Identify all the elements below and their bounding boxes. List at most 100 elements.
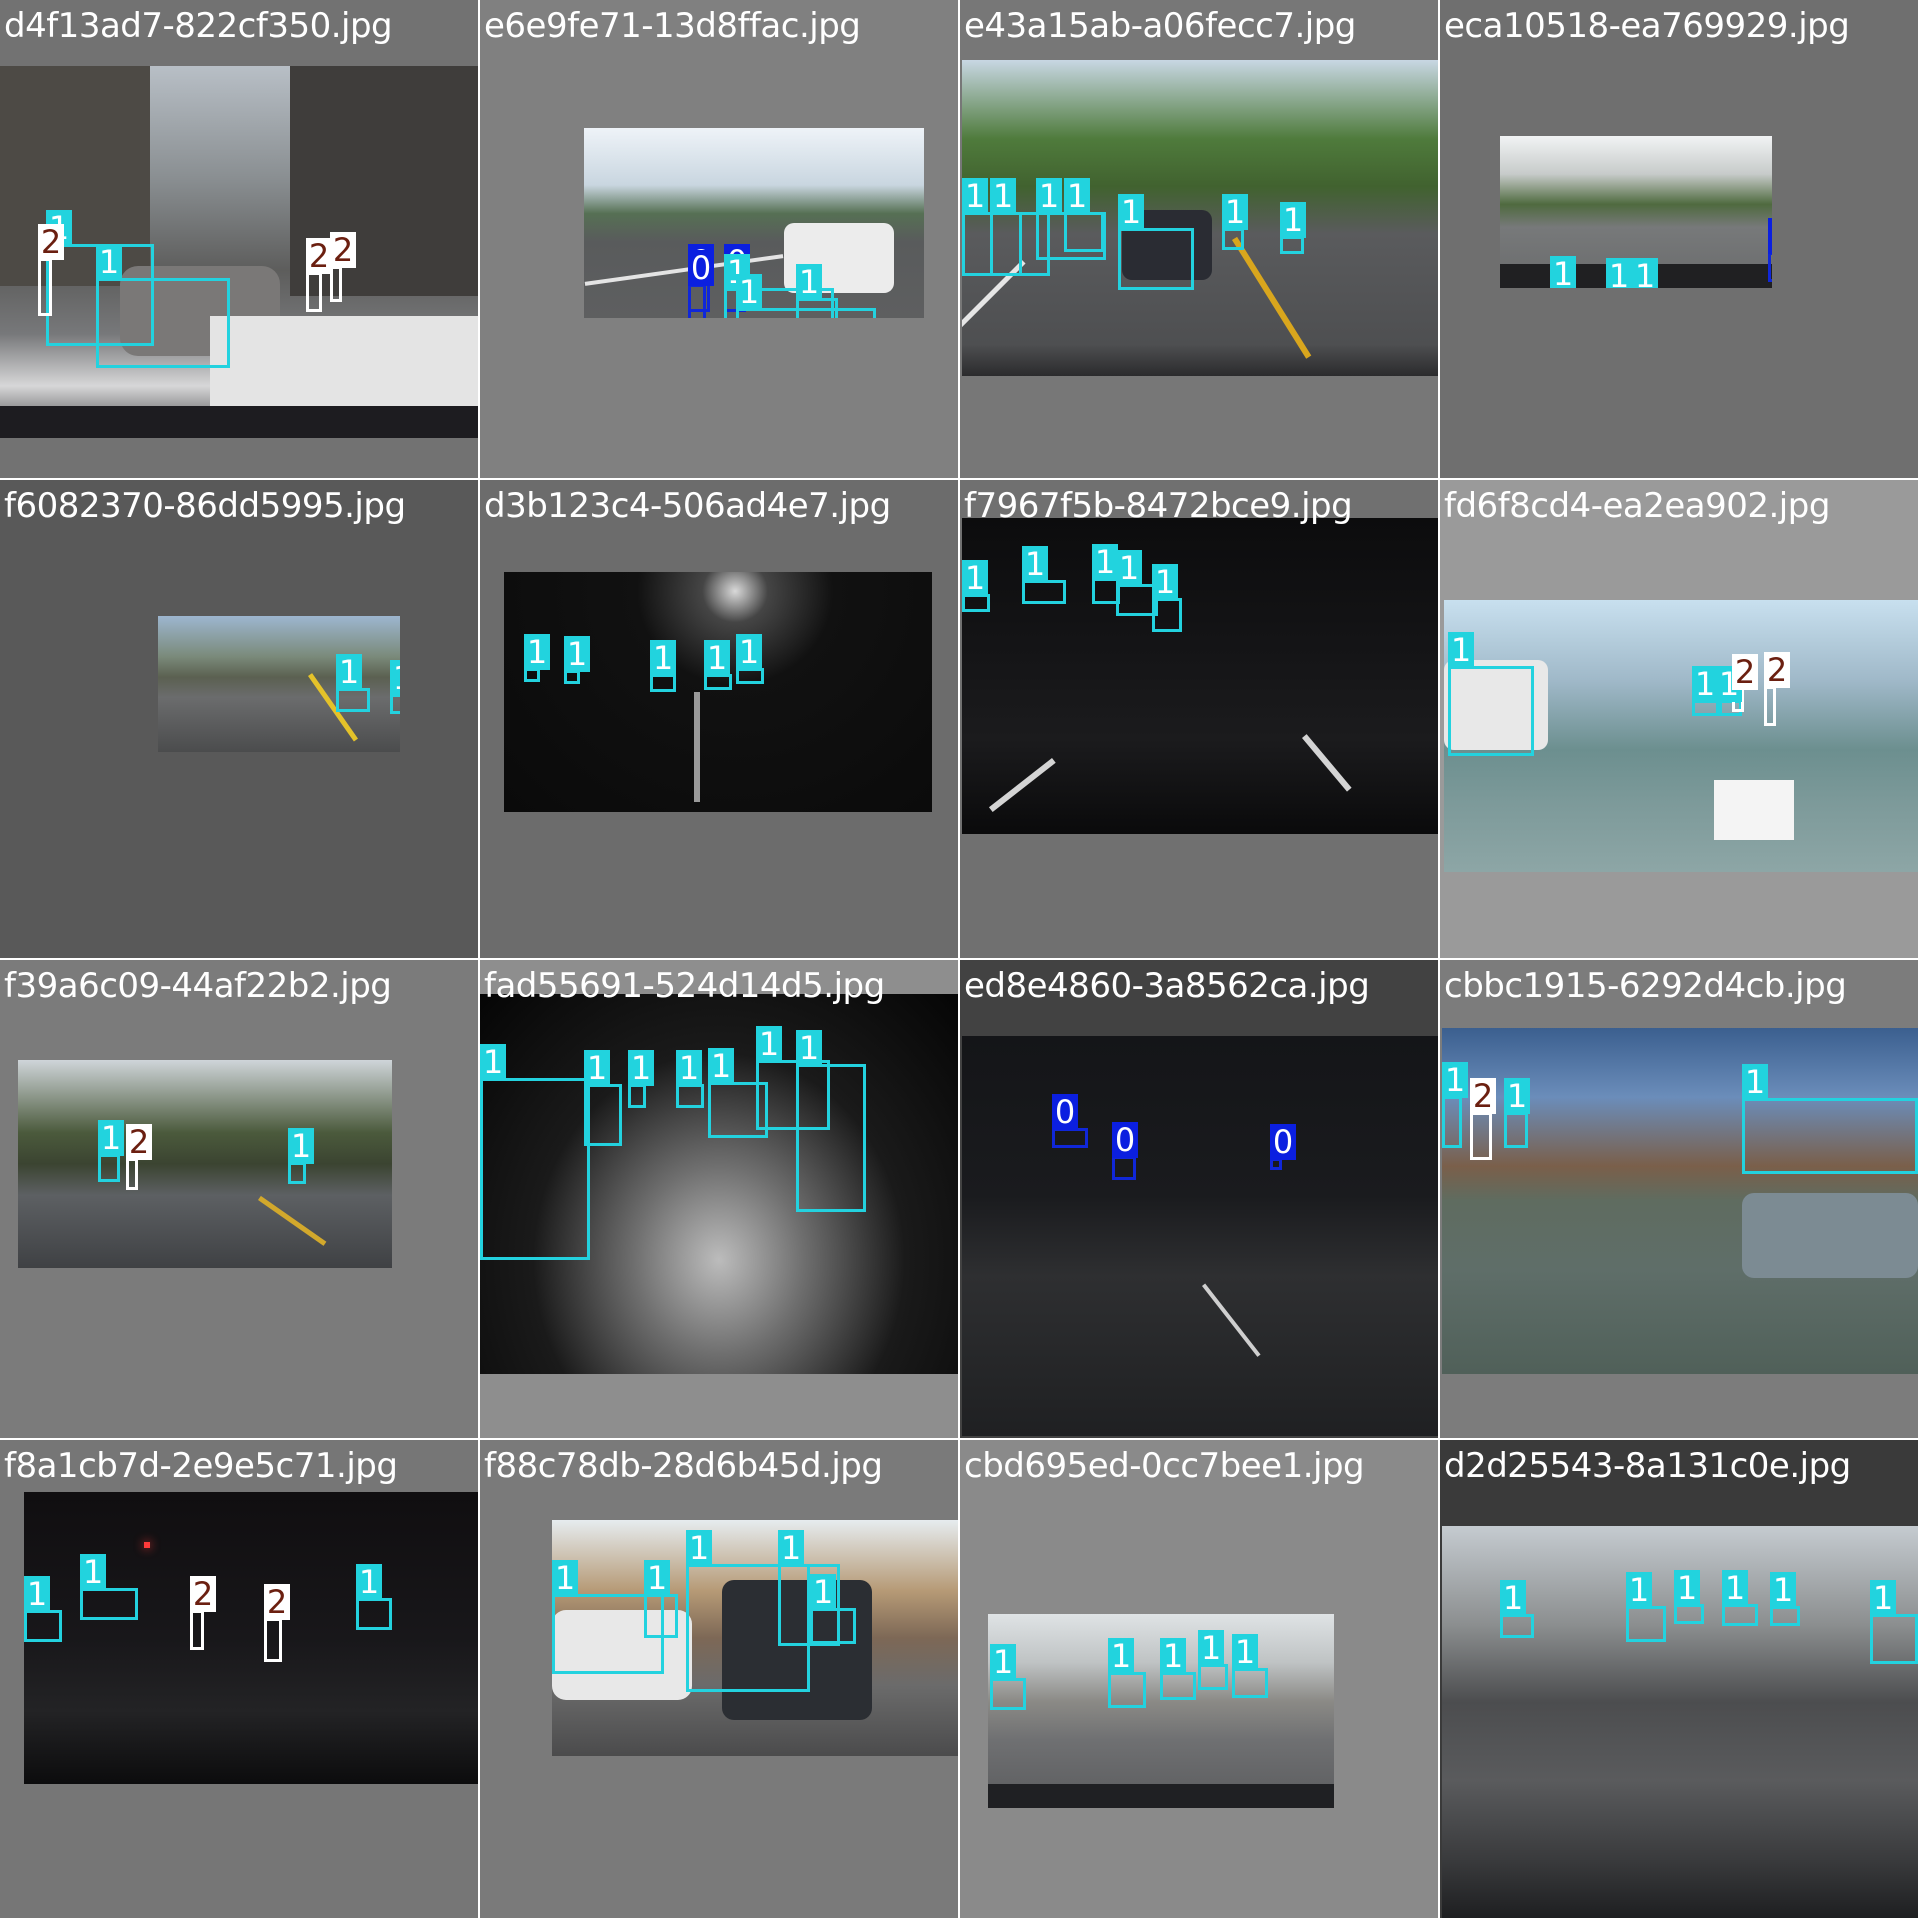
- tile-filename: eca10518-ea769929.jpg: [1444, 6, 1850, 46]
- class-label: 1: [1108, 1638, 1134, 1674]
- class-label: 1: [1222, 194, 1248, 230]
- street-photo: 000: [962, 1036, 1438, 1436]
- tile-filename: f6082370-86dd5995.jpg: [4, 486, 406, 526]
- tile-filename: fad55691-524d14d5.jpg: [484, 966, 885, 1006]
- class-label: 0: [1768, 218, 1772, 254]
- detection-box: [1152, 598, 1182, 632]
- class-label: 1: [1036, 178, 1062, 214]
- class-label: 1: [356, 1564, 382, 1600]
- detection-box: [1470, 1112, 1492, 1160]
- class-label: 1: [676, 1050, 702, 1086]
- tile-filename: ed8e4860-3a8562ca.jpg: [964, 966, 1370, 1006]
- detection-box: [810, 1608, 856, 1644]
- image-tile[interactable]: d2d25543-8a131c0e.jpg 111111: [1440, 1440, 1918, 1918]
- class-label: 1: [1232, 1634, 1258, 1670]
- class-label: 1: [1064, 178, 1090, 214]
- tile-filename: d4f13ad7-822cf350.jpg: [4, 6, 393, 46]
- class-label: 1: [1742, 1064, 1768, 1100]
- image-tile[interactable]: e6e9fe71-13d8ffac.jpg 000111: [480, 0, 958, 478]
- detection-box: [190, 1610, 204, 1650]
- class-label: 0: [1052, 1094, 1078, 1130]
- detection-box: [1722, 1604, 1758, 1626]
- class-label: 1: [990, 178, 1016, 214]
- image-tile[interactable]: f88c78db-28d6b45d.jpg 11111: [480, 1440, 958, 1918]
- image-tile[interactable]: ed8e4860-3a8562ca.jpg 000: [960, 960, 1438, 1438]
- class-label: 1: [24, 1576, 50, 1612]
- detection-box: [1674, 1604, 1704, 1624]
- class-label: 1: [80, 1554, 106, 1590]
- image-tile[interactable]: fd6f8cd4-ea2ea902.jpg 11122: [1440, 480, 1918, 958]
- class-label: 1: [796, 264, 822, 300]
- class-label: 2: [264, 1584, 290, 1620]
- street-photo: 111111: [1442, 1526, 1918, 1918]
- class-label: 1: [962, 560, 988, 596]
- class-label: 1: [96, 244, 122, 280]
- image-tile[interactable]: eca10518-ea769929.jpg 1110: [1440, 0, 1918, 478]
- detection-box: [1052, 1128, 1088, 1148]
- image-tile[interactable]: f7967f5b-8472bce9.jpg 11111: [960, 480, 1438, 958]
- class-label: 1: [1022, 546, 1048, 582]
- detection-box: [1870, 1614, 1918, 1664]
- class-label: 1: [796, 1030, 822, 1066]
- detection-box: [644, 1594, 678, 1638]
- tile-filename: e43a15ab-a06fecc7.jpg: [964, 6, 1356, 46]
- image-tile[interactable]: f39a6c09-44af22b2.jpg 121: [0, 960, 478, 1438]
- street-photo: 1110: [1500, 136, 1772, 288]
- class-label: 1: [644, 1560, 670, 1596]
- detection-box: [356, 1598, 392, 1630]
- class-label: 1: [810, 1574, 836, 1610]
- class-label: 1: [1550, 256, 1576, 288]
- class-label: 1: [1448, 632, 1474, 668]
- detection-box: [990, 1678, 1026, 1710]
- class-label: 2: [38, 224, 64, 260]
- detection-box: [98, 1154, 120, 1182]
- class-label: 1: [336, 654, 362, 690]
- class-label: 1: [1152, 564, 1178, 600]
- detection-box: [688, 284, 706, 318]
- class-label: 1: [962, 178, 988, 214]
- tile-filename: cbd695ed-0cc7bee1.jpg: [964, 1446, 1365, 1486]
- class-label: 1: [1606, 258, 1632, 288]
- detection-box: [1500, 1614, 1534, 1638]
- class-label: 1: [390, 660, 400, 696]
- class-label: 1: [288, 1128, 314, 1164]
- image-tile[interactable]: d3b123c4-506ad4e7.jpg 11111: [480, 480, 958, 958]
- class-label: 0: [1270, 1124, 1296, 1160]
- detection-box: [676, 1084, 704, 1108]
- detection-box: [1108, 1672, 1146, 1708]
- image-tile[interactable]: fad55691-524d14d5.jpg 1111111: [480, 960, 958, 1438]
- class-label: 1: [1626, 1572, 1652, 1608]
- image-tile[interactable]: f8a1cb7d-2e9e5c71.jpg 11221: [0, 1440, 478, 1918]
- class-label: 1: [1500, 1580, 1526, 1616]
- class-label: 1: [1118, 194, 1144, 230]
- class-label: 2: [1470, 1078, 1496, 1114]
- class-label: 1: [1722, 1570, 1748, 1606]
- detection-box: [796, 1064, 866, 1212]
- street-photo: 11111: [962, 518, 1438, 834]
- class-label: 1: [990, 1644, 1016, 1680]
- street-photo: 1111: [158, 616, 400, 752]
- class-label: 2: [306, 238, 332, 274]
- class-label: 2: [126, 1124, 152, 1160]
- class-label: 0: [1112, 1122, 1138, 1158]
- detection-box: [1118, 228, 1194, 290]
- class-label: 1: [686, 1530, 712, 1566]
- image-tile[interactable]: e43a15ab-a06fecc7.jpg 1111111: [960, 0, 1438, 478]
- class-label: 1: [1280, 202, 1306, 238]
- tile-filename: d2d25543-8a131c0e.jpg: [1444, 1446, 1851, 1486]
- detection-box: [584, 1084, 622, 1146]
- image-tile[interactable]: cbbc1915-6292d4cb.jpg 1211: [1440, 960, 1918, 1438]
- detection-box: [1768, 252, 1772, 282]
- class-label: 1: [704, 640, 730, 676]
- class-label: 2: [330, 232, 356, 268]
- class-label: 1: [778, 1530, 804, 1566]
- tile-filename: f39a6c09-44af22b2.jpg: [4, 966, 392, 1006]
- class-label: 1: [1632, 258, 1658, 288]
- image-tile[interactable]: cbd695ed-0cc7bee1.jpg 11111: [960, 1440, 1438, 1918]
- detection-box: [336, 688, 370, 712]
- tile-filename: cbbc1915-6292d4cb.jpg: [1444, 966, 1847, 1006]
- image-tile[interactable]: f6082370-86dd5995.jpg 1111: [0, 480, 478, 958]
- image-tile[interactable]: d4f13ad7-822cf350.jpg 11222: [0, 0, 478, 478]
- class-label: 1: [736, 634, 762, 670]
- detection-box: [1764, 686, 1776, 726]
